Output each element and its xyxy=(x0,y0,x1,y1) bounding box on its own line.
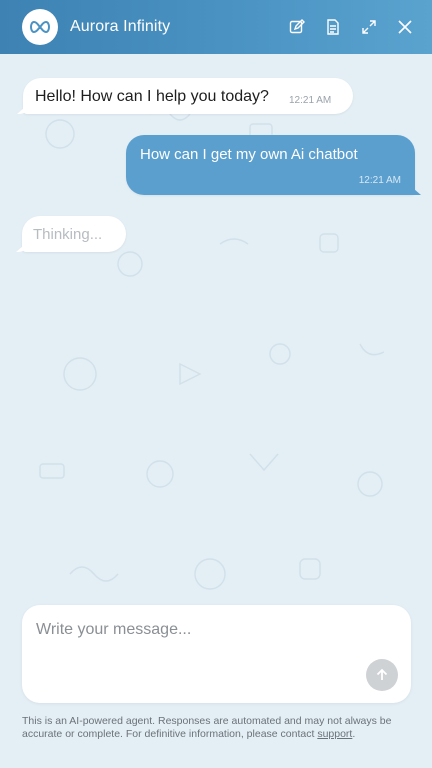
message-time: 12:21 AM xyxy=(289,95,332,106)
chat-header: Aurora Infinity xyxy=(0,0,432,54)
message-composer xyxy=(22,605,411,703)
support-link[interactable]: support xyxy=(317,728,352,740)
expand-icon[interactable] xyxy=(358,16,380,38)
edit-icon[interactable] xyxy=(286,16,308,38)
message-time: 12:21 AM xyxy=(358,175,401,186)
chat-title: Aurora Infinity xyxy=(70,18,171,35)
disclaimer: This is an AI-powered agent. Responses a… xyxy=(22,715,414,741)
user-message: How can I get my own Ai chatbot 12:21 AM xyxy=(126,135,415,195)
document-icon[interactable] xyxy=(322,16,344,38)
header-actions xyxy=(272,0,416,54)
close-icon[interactable] xyxy=(394,16,416,38)
disclaimer-end: . xyxy=(352,728,356,740)
arrow-up-icon xyxy=(376,668,388,680)
bot-message: Hello! How can I help you today? 12:21 A… xyxy=(23,78,353,114)
message-text: Thinking... xyxy=(33,226,103,243)
message-input[interactable] xyxy=(36,621,366,661)
send-button[interactable] xyxy=(366,659,398,691)
typing-indicator: Thinking... xyxy=(22,216,126,252)
infinity-logo-icon xyxy=(22,9,58,45)
message-text: Hello! How can I help you today? xyxy=(35,88,269,105)
message-text: How can I get my own Ai chatbot xyxy=(140,146,358,163)
